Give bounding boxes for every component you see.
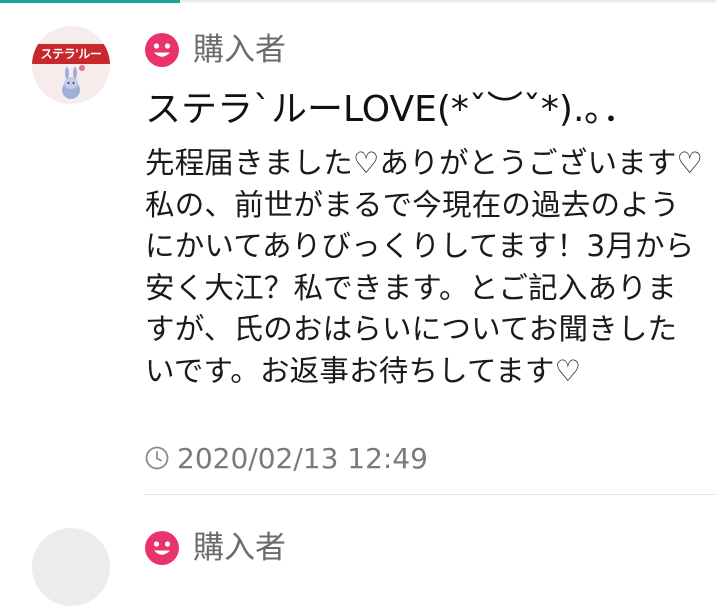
role-label: 購入者 xyxy=(193,530,286,566)
avatar[interactable] xyxy=(32,528,110,606)
smile-icon xyxy=(145,531,179,565)
review-item: 購入者 xyxy=(0,0,716,606)
